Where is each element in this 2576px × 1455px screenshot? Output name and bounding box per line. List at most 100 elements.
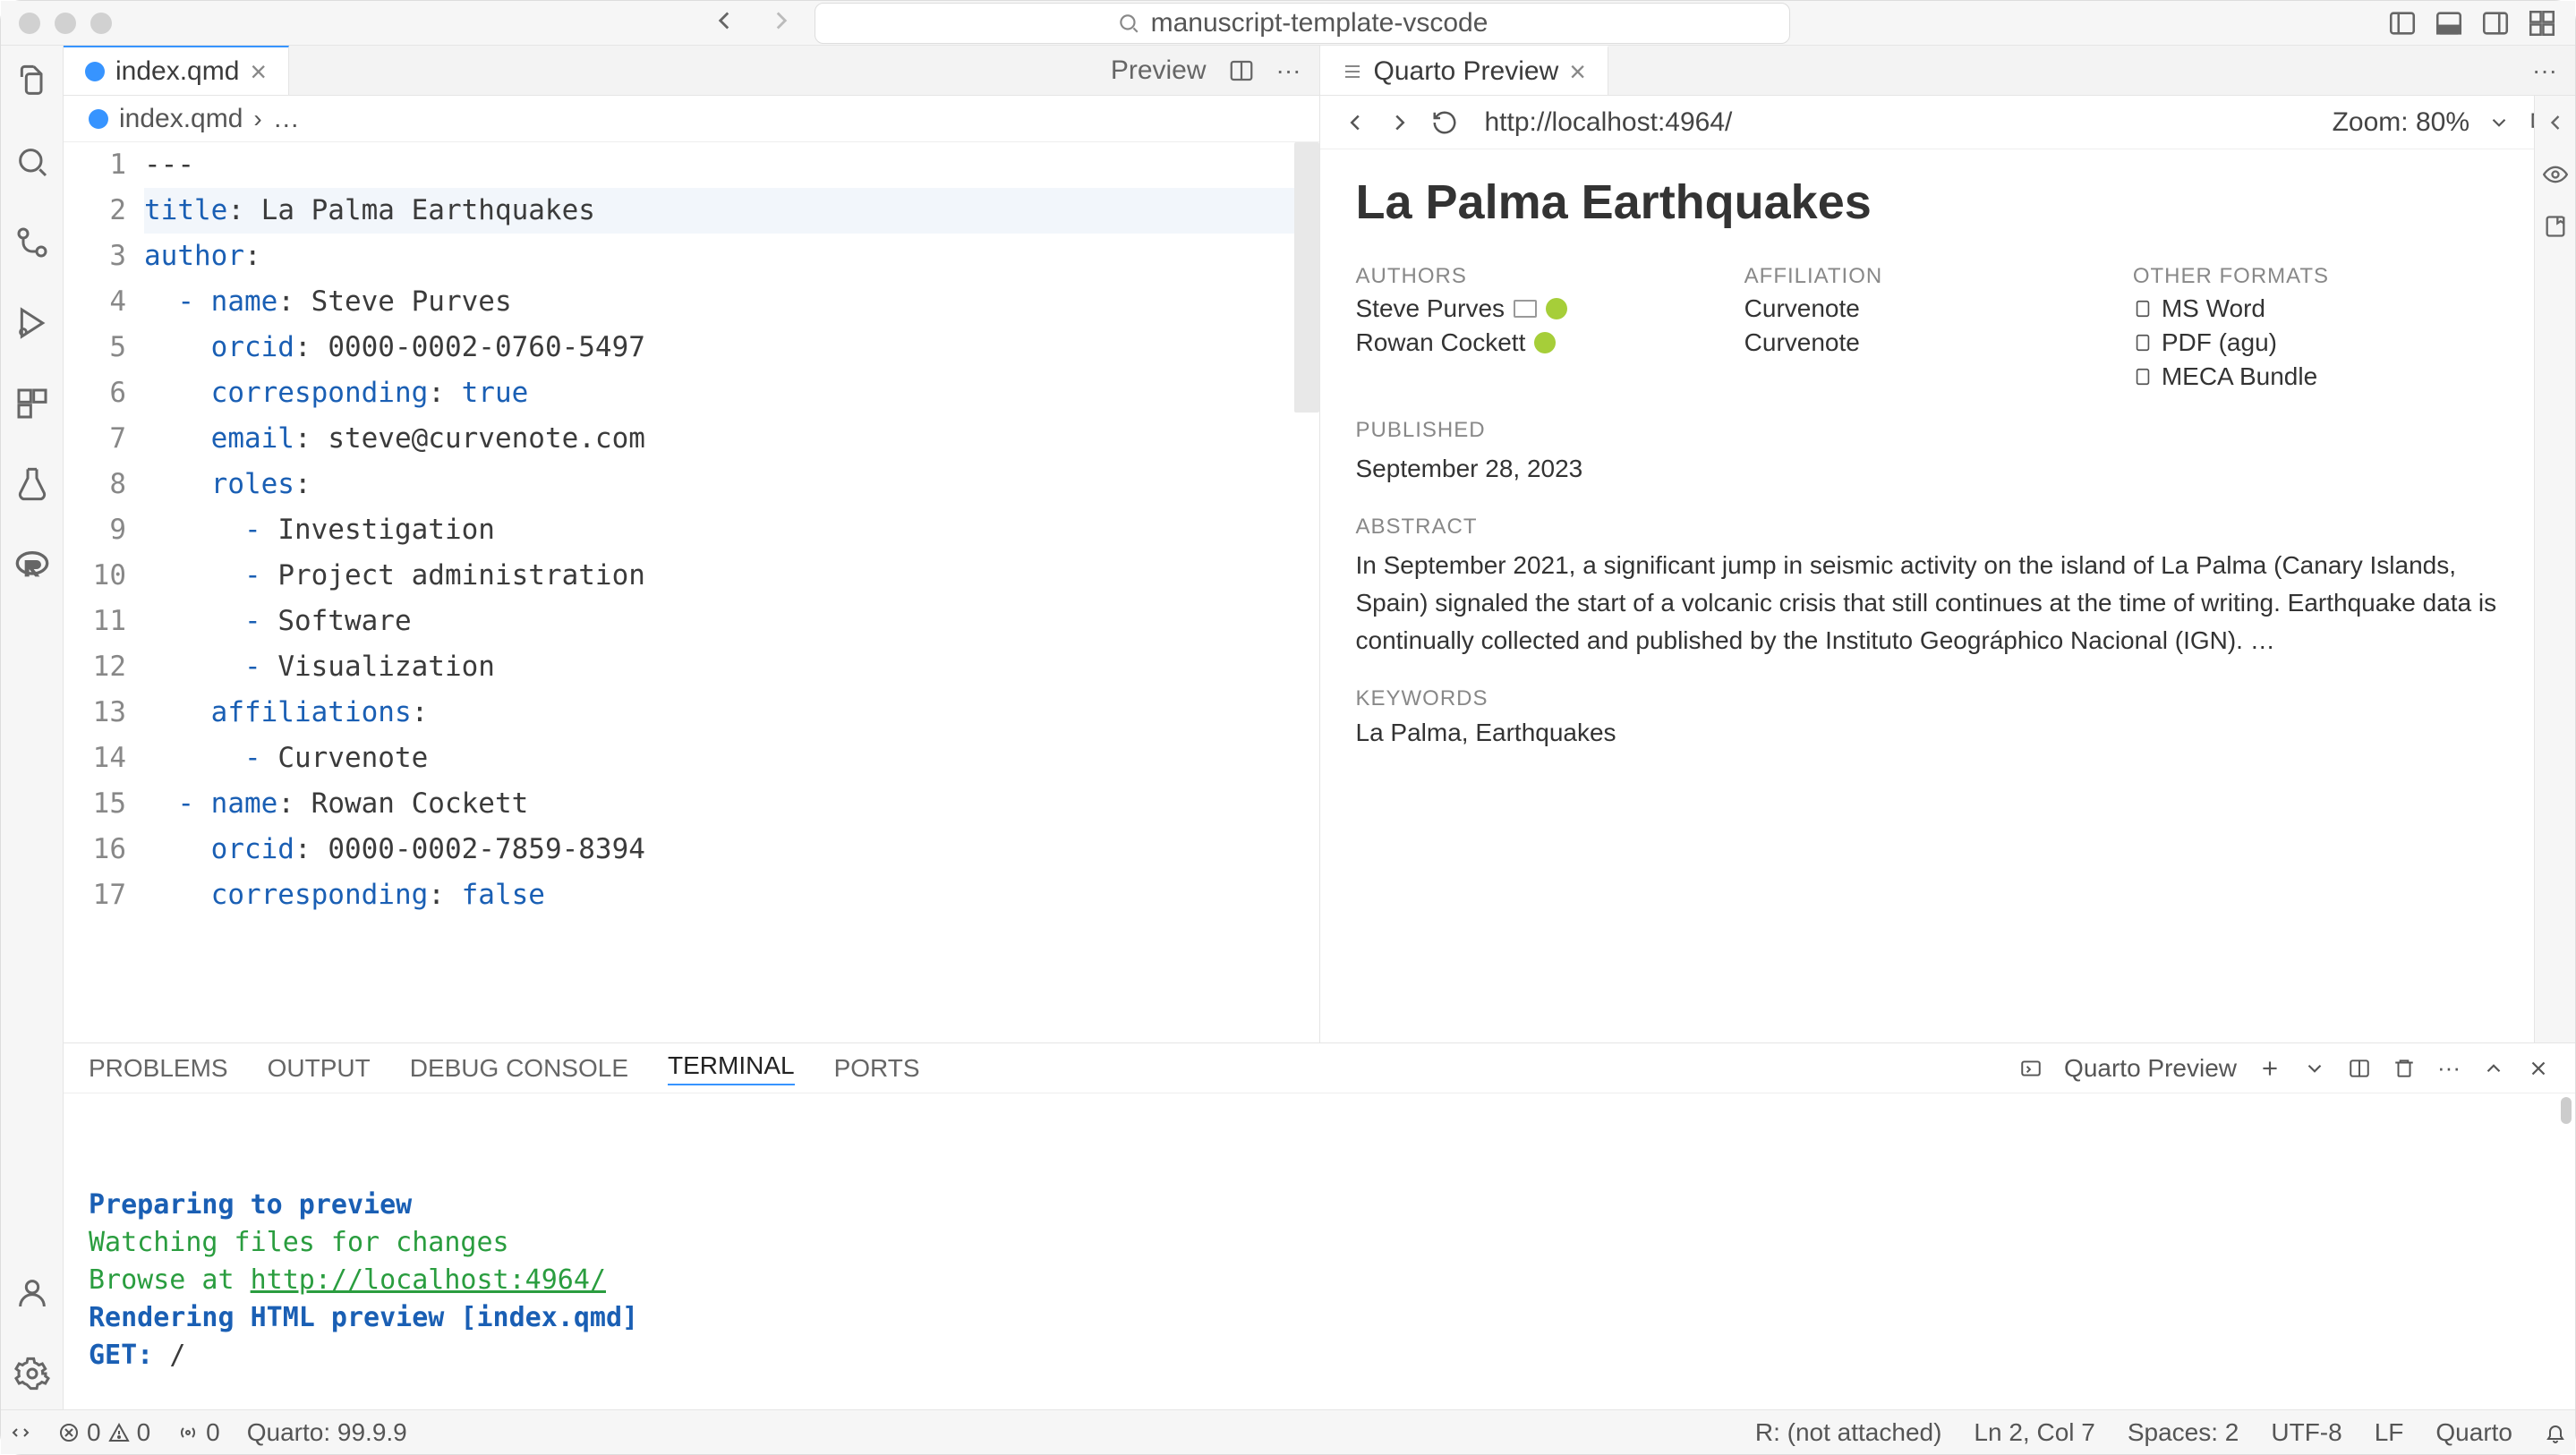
eye-icon[interactable] — [2543, 162, 2568, 187]
affiliation-label: AFFILIATION — [1744, 264, 2115, 289]
tab-label: index.qmd — [115, 56, 239, 87]
terminal-line: Rendering HTML preview [index.qmd] — [89, 1299, 2550, 1337]
search-icon[interactable] — [14, 144, 50, 180]
testing-icon[interactable] — [14, 466, 50, 502]
panel-tab-terminal[interactable]: TERMINAL — [668, 1051, 795, 1085]
secondary-side-rail — [2534, 96, 2575, 1042]
accounts-icon[interactable] — [14, 1275, 50, 1311]
new-terminal-icon[interactable] — [2258, 1057, 2282, 1080]
other-format-link[interactable]: PDF (agu) — [2133, 328, 2503, 357]
line-numbers: 1234567891011121314151617 — [64, 142, 144, 1042]
notifications-icon[interactable] — [2545, 1422, 2566, 1443]
affiliation-row: Curvenote — [1744, 328, 2115, 357]
split-editor-icon[interactable] — [1228, 57, 1255, 84]
preview-forward-icon[interactable] — [1386, 109, 1413, 136]
split-terminal-icon[interactable] — [2348, 1057, 2371, 1080]
r-icon[interactable] — [14, 547, 50, 583]
published-label: PUBLISHED — [1356, 418, 2504, 443]
other-format-link[interactable]: MECA Bundle — [2133, 362, 2503, 391]
other-formats-label: OTHER FORMATS — [2133, 264, 2503, 289]
maximize-panel-icon[interactable] — [2482, 1057, 2505, 1080]
preview-content[interactable]: La Palma Earthquakes AUTHORS AFFILIATION… — [1320, 149, 2576, 1042]
preview-reload-icon[interactable] — [1431, 109, 1458, 136]
remote-indicator[interactable] — [10, 1422, 31, 1443]
zoom-label[interactable]: Zoom: 80% — [2333, 107, 2469, 138]
orcid-icon[interactable] — [1534, 332, 1556, 353]
close-tab-icon[interactable]: × — [250, 57, 267, 86]
keywords-label: KEYWORDS — [1356, 686, 2504, 711]
preview-toolbar: http://localhost:4964/ Zoom: 80% — [1320, 96, 2576, 149]
abstract-text: In September 2021, a significant jump in… — [1356, 547, 2504, 659]
terminal-line: GET: / — [89, 1337, 2550, 1374]
other-format-link[interactable]: MS Word — [2133, 294, 2503, 323]
eol[interactable]: LF — [2375, 1418, 2404, 1447]
indentation[interactable]: Spaces: 2 — [2128, 1418, 2239, 1447]
chevron-down-icon[interactable] — [2487, 111, 2511, 134]
code-content[interactable]: ---title: La Palma Earthquakesauthor: - … — [144, 142, 1319, 1042]
preview-tab-icon — [1342, 61, 1363, 82]
run-debug-icon[interactable] — [14, 305, 50, 341]
toggle-secondary-sidebar-icon[interactable] — [2480, 8, 2511, 38]
editor-area[interactable]: 1234567891011121314151617 ---title: La P… — [64, 142, 1319, 1042]
breadcrumb-file: index.qmd — [119, 104, 243, 134]
close-window-button[interactable] — [19, 13, 40, 34]
preview-url[interactable]: http://localhost:4964/ — [1485, 107, 1733, 138]
chevron-down-icon[interactable] — [2303, 1057, 2326, 1080]
toggle-primary-sidebar-icon[interactable] — [2387, 8, 2418, 38]
tab-label: Quarto Preview — [1374, 56, 1559, 87]
more-actions-icon[interactable]: ··· — [1276, 56, 1301, 85]
workarea: index.qmd × Preview ··· index.qmd › … — [64, 46, 2575, 1409]
more-icon[interactable]: ··· — [2437, 1054, 2461, 1082]
minimize-window-button[interactable] — [55, 13, 76, 34]
settings-gear-icon[interactable] — [14, 1356, 50, 1391]
quarto-version[interactable]: Quarto: 99.9.9 — [247, 1418, 407, 1447]
email-icon[interactable] — [1514, 300, 1537, 318]
panel-tab-problems[interactable]: PROBLEMS — [89, 1054, 228, 1083]
nav-back-icon[interactable] — [709, 5, 739, 40]
panel-tab-output[interactable]: OUTPUT — [268, 1054, 371, 1083]
note-icon[interactable] — [2543, 214, 2568, 239]
titlebar: manuscript-template-vscode — [1, 1, 2575, 46]
affiliation-row: Curvenote — [1744, 294, 2115, 323]
problems-count[interactable]: 0 0 — [58, 1418, 150, 1447]
editor-group-left: index.qmd × Preview ··· index.qmd › … — [64, 46, 1320, 1042]
orcid-icon[interactable] — [1546, 298, 1567, 319]
terminal-output[interactable]: Preparing to previewWatching files for c… — [64, 1093, 2575, 1409]
cursor-position[interactable]: Ln 2, Col 7 — [1974, 1418, 2094, 1447]
minimap[interactable] — [1294, 142, 1319, 413]
close-tab-icon[interactable]: × — [1569, 57, 1586, 86]
customize-layout-icon[interactable] — [2527, 8, 2557, 38]
tabbar-left: index.qmd × Preview ··· — [64, 46, 1319, 96]
terminal-scrollbar[interactable] — [2561, 1097, 2572, 1124]
r-status[interactable]: R: (not attached) — [1755, 1418, 1942, 1447]
more-actions-icon[interactable]: ··· — [2532, 56, 2557, 85]
chevron-left-icon[interactable] — [2543, 110, 2568, 135]
nav-forward-icon — [766, 5, 797, 40]
ports-count[interactable]: 0 — [177, 1418, 220, 1447]
terminal-line: Preparing to preview — [89, 1187, 2550, 1224]
terminal-task-label[interactable]: Quarto Preview — [2064, 1054, 2237, 1083]
editor-group-right: Quarto Preview × ··· http://localhost:49… — [1320, 46, 2576, 1042]
trash-icon[interactable] — [2393, 1057, 2416, 1080]
tab-index-qmd[interactable]: index.qmd × — [64, 46, 289, 95]
explorer-icon[interactable] — [14, 64, 50, 99]
close-panel-icon[interactable] — [2527, 1057, 2550, 1080]
extensions-icon[interactable] — [14, 386, 50, 421]
command-center[interactable]: manuscript-template-vscode — [815, 3, 1790, 44]
language-mode[interactable]: Quarto — [2435, 1418, 2512, 1447]
source-control-icon[interactable] — [14, 225, 50, 260]
tabbar-right: Quarto Preview × ··· — [1320, 46, 2576, 96]
status-bar: 0 0 0 Quarto: 99.9.9 R: (not attached) L… — [1, 1409, 2575, 1454]
toggle-panel-icon[interactable] — [2434, 8, 2464, 38]
breadcrumb[interactable]: index.qmd › … — [64, 96, 1319, 142]
preview-action[interactable]: Preview — [1111, 55, 1207, 86]
command-center-text: manuscript-template-vscode — [1151, 8, 1488, 38]
maximize-window-button[interactable] — [90, 13, 112, 34]
panel-tab-debug-console[interactable]: DEBUG CONSOLE — [410, 1054, 628, 1083]
encoding[interactable]: UTF-8 — [2271, 1418, 2341, 1447]
preview-back-icon[interactable] — [1342, 109, 1369, 136]
panel: PROBLEMS OUTPUT DEBUG CONSOLE TERMINAL PORTS… — [64, 1042, 2575, 1409]
affiliation-row — [1744, 362, 2115, 391]
tab-quarto-preview[interactable]: Quarto Preview × — [1320, 46, 1608, 95]
panel-tab-ports[interactable]: PORTS — [834, 1054, 920, 1083]
